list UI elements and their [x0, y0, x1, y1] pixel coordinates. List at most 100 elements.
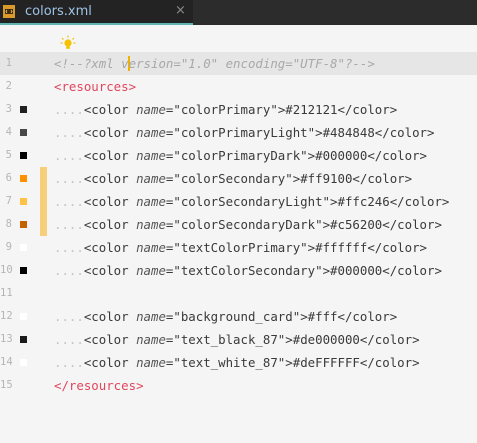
change-marker — [40, 167, 47, 190]
tag-name: resources — [68, 378, 137, 393]
indent-guide: .... — [54, 148, 84, 163]
tag-end: </color> — [367, 148, 428, 163]
code-line[interactable]: 13 ....<color name="text_black_87">#de000… — [0, 328, 477, 351]
tag-end: </color> — [352, 171, 413, 186]
attr-value: ="background_card" — [165, 309, 301, 324]
color-swatch — [20, 129, 27, 136]
attr-value: ="colorSecondary" — [165, 171, 293, 186]
attr-value: ="colorSecondaryDark" — [165, 217, 323, 232]
code-editor[interactable]: 1 <!--?xml version="1.0" encoding="UTF-8"… — [0, 52, 477, 397]
color-swatch — [20, 198, 27, 205]
color-swatch — [20, 221, 27, 228]
color-value: #fff — [307, 309, 338, 324]
code-text: ....<color name="colorPrimaryLight">#484… — [54, 125, 434, 140]
tag-close-bracket: > — [300, 309, 308, 324]
color-value: #000000 — [330, 263, 383, 278]
change-marker — [40, 190, 47, 213]
code-line[interactable]: 3 ....<color name="colorPrimary">#212121<… — [0, 98, 477, 121]
code-line[interactable]: 15 </resources> — [0, 374, 477, 397]
attr-name: name — [136, 125, 166, 140]
tab-close-icon[interactable]: × — [175, 3, 186, 18]
indent-guide: .... — [54, 125, 84, 140]
indent-guide: .... — [54, 263, 84, 278]
color-swatch — [20, 359, 27, 366]
line-number: 4 — [5, 126, 12, 138]
attr-name: name — [136, 217, 166, 232]
attr-name: name — [136, 332, 166, 347]
tag-close-bracket: > — [322, 217, 331, 232]
indent-guide: .... — [54, 171, 84, 186]
code-line[interactable]: 10 ....<color name="textColorSecondary">#… — [0, 259, 477, 282]
attr-value: ="text_black_87" — [165, 332, 286, 347]
tag-close-bracket: > — [322, 263, 331, 278]
tag-bracket: > — [128, 79, 137, 94]
tag-end: </color> — [374, 125, 435, 140]
code-text: ....<color name="colorSecondary">#ff9100… — [54, 171, 412, 186]
line-number: 2 — [5, 80, 12, 92]
indent-guide: .... — [54, 240, 84, 255]
code-text: <resources> — [54, 79, 136, 94]
code-text: ....<color name="colorPrimaryDark">#0000… — [54, 148, 427, 163]
color-swatch — [20, 152, 27, 159]
attr-value: ="colorPrimary" — [165, 102, 278, 117]
code-line[interactable]: 11 — [0, 282, 477, 305]
tag-open: <color — [83, 355, 137, 370]
color-value: #484848 — [322, 125, 375, 140]
code-line[interactable]: 7 ....<color name="colorSecondaryLight">#… — [0, 190, 477, 213]
tag-end: </color> — [389, 194, 450, 209]
code-line[interactable]: 2 <resources> — [0, 75, 477, 98]
xml-comment: ersion="1.0" encoding="UTF-8"?--> — [128, 56, 375, 71]
tag-end: </color> — [359, 355, 420, 370]
lightbulb-icon[interactable] — [60, 35, 76, 51]
tab-colors-xml[interactable]: colors.xml × — [0, 0, 193, 25]
tag-end: </color> — [382, 263, 442, 278]
code-line[interactable]: 9 ....<color name="textColorPrimary">#fff… — [0, 236, 477, 259]
attr-name: name — [136, 102, 166, 117]
code-text: ....<color name="text_white_87">#deFFFFF… — [54, 355, 420, 370]
tag-end: </color> — [367, 240, 428, 255]
code-text: ....<color name="background_card">#fff</… — [54, 309, 397, 324]
code-line[interactable]: 1 <!--?xml version="1.0" encoding="UTF-8"… — [0, 52, 477, 75]
line-number: 10 — [0, 264, 13, 276]
tab-title: colors.xml — [25, 4, 92, 19]
attr-name: name — [136, 148, 166, 163]
code-line[interactable]: 5 ....<color name="colorPrimaryDark">#000… — [0, 144, 477, 167]
tag-open: <color — [83, 332, 137, 347]
tag-end: </color> — [382, 217, 442, 232]
code-line[interactable]: 4 ....<color name="colorPrimaryLight">#48… — [0, 121, 477, 144]
code-text: ....<color name="colorSecondaryLight">#f… — [54, 194, 449, 209]
attr-value: ="colorSecondaryLight" — [165, 194, 331, 209]
indent-guide: .... — [54, 217, 84, 232]
code-line[interactable]: 14 ....<color name="text_white_87">#deFFF… — [0, 351, 477, 374]
code-text: </resources> — [54, 378, 144, 393]
tag-end: </color> — [337, 102, 398, 117]
code-line[interactable]: 8 ....<color name="colorSecondaryDark">#c… — [0, 213, 477, 236]
attr-value: ="colorPrimaryLight" — [165, 125, 316, 140]
indent-guide: .... — [54, 102, 84, 117]
line-number: 14 — [0, 356, 13, 368]
color-value: #deFFFFFF — [292, 355, 360, 370]
tag-open: <color — [83, 194, 137, 209]
tag-open: <color — [83, 125, 137, 140]
tag-bracket: </ — [54, 378, 69, 393]
indent-guide: .... — [54, 332, 84, 347]
code-line[interactable]: 6 ....<color name="colorSecondary">#ff910… — [0, 167, 477, 190]
indent-guide: .... — [54, 309, 84, 324]
color-value: #ff9100 — [300, 171, 353, 186]
color-value: #000000 — [315, 148, 368, 163]
attr-value: ="textColorSecondary" — [165, 263, 323, 278]
code-text: ....<color name="textColorPrimary">#ffff… — [54, 240, 427, 255]
attr-name: name — [136, 194, 166, 209]
color-value: #c56200 — [330, 217, 383, 232]
attr-value: ="text_white_87" — [165, 355, 286, 370]
indent-guide: .... — [54, 194, 84, 209]
color-value: #de000000 — [292, 332, 360, 347]
tag-end: </color> — [337, 309, 398, 324]
tag-open: <color — [83, 240, 137, 255]
xml-file-icon — [3, 5, 15, 18]
code-line[interactable]: 12 ....<color name="background_card">#fff… — [0, 305, 477, 328]
line-number: 13 — [0, 333, 13, 345]
line-number: 9 — [5, 241, 12, 253]
tag-close-bracket: > — [307, 148, 316, 163]
tag-open: <color — [83, 102, 137, 117]
